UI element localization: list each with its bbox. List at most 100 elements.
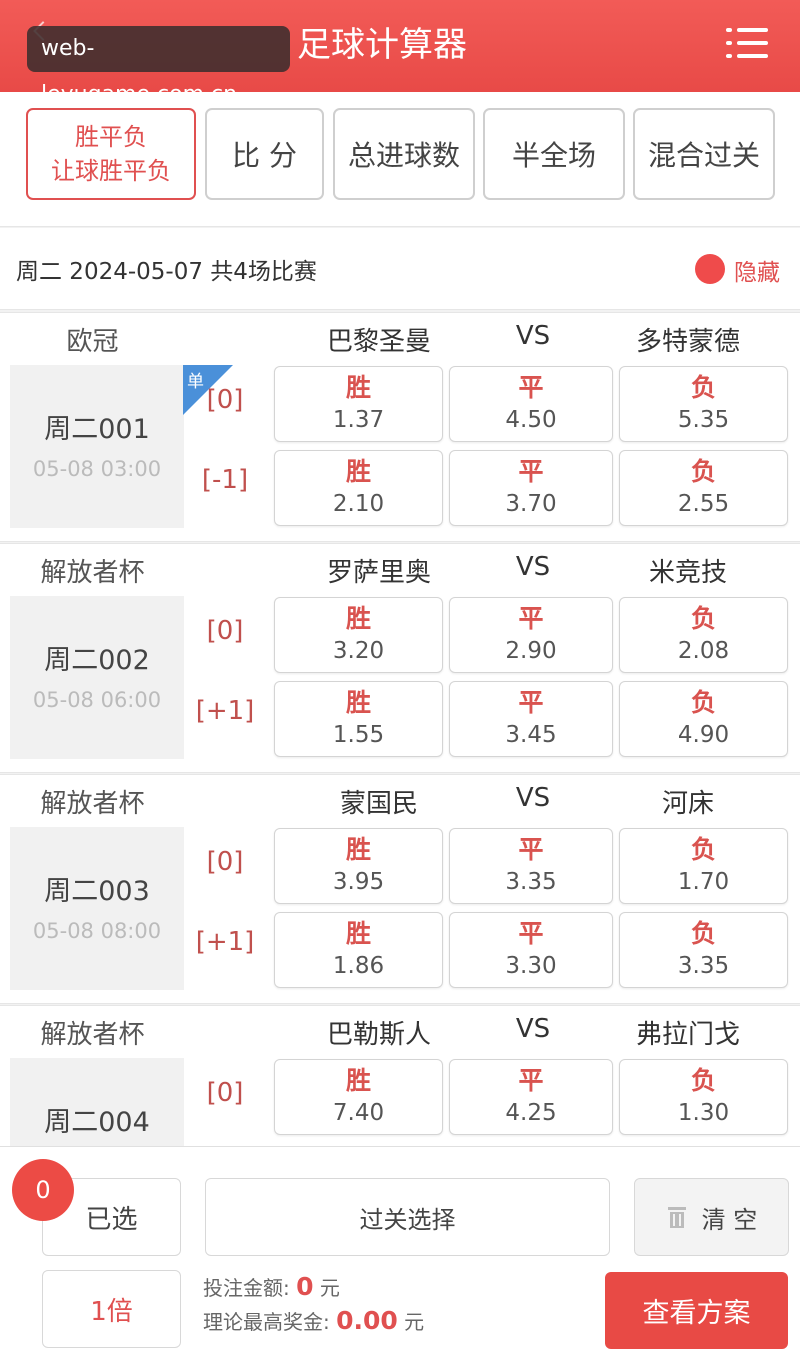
match-card: 解放者杯 巴勒斯人 VS 弗拉门戈 周二004 [0] 胜 7.40 平 4.2… xyxy=(0,1005,800,1146)
tab-mixed-parlay[interactable]: 混合过关 xyxy=(633,108,775,200)
odds-draw-button[interactable]: 平 3.45 xyxy=(449,681,613,757)
currency-unit: 元 xyxy=(319,1276,340,1300)
max-prize-label: 理论最高奖金: xyxy=(203,1310,330,1334)
menu-icon[interactable] xyxy=(726,26,768,60)
odds-value: 1.70 xyxy=(677,869,730,895)
win-label: 胜 xyxy=(345,373,371,402)
odds-value: 7.40 xyxy=(332,1100,385,1126)
odds-draw-button[interactable]: 平 3.30 xyxy=(449,912,613,988)
tab-score[interactable]: 比 分 xyxy=(205,108,324,200)
vs-label: VS xyxy=(515,321,551,351)
odds-lose-button[interactable]: 负 1.30 xyxy=(619,1059,788,1135)
league-name: 欧冠 xyxy=(66,327,119,357)
match-number: 周二002 xyxy=(44,645,150,676)
away-team: 多特蒙德 xyxy=(635,327,740,357)
bet-amount-line: 投注金额: 0 元 xyxy=(203,1272,340,1301)
handicap-label: [0] xyxy=(206,847,244,877)
odds-value: 3.35 xyxy=(505,869,557,895)
odds-win-button[interactable]: 胜 1.37 xyxy=(274,366,443,442)
bet-amount-value: 0 xyxy=(296,1272,314,1301)
away-team: 米竞技 xyxy=(648,558,727,588)
odds-win-button[interactable]: 胜 7.40 xyxy=(274,1059,443,1135)
draw-label: 平 xyxy=(518,1066,544,1095)
multiplier-button[interactable]: 1倍 xyxy=(42,1270,181,1348)
odds-draw-button[interactable]: 平 3.35 xyxy=(449,828,613,904)
odds-value: 1.55 xyxy=(332,722,385,748)
match-time: 05-08 03:00 xyxy=(32,457,162,481)
match-card: 解放者杯 罗萨里奥 VS 米竞技 周二002 05-08 06:00 [0] 胜… xyxy=(0,543,800,773)
match-number: 周二003 xyxy=(44,876,150,907)
odds-value: 2.08 xyxy=(677,638,730,664)
match-card: 欧冠 巴黎圣曼 VS 多特蒙德 周二001 05-08 03:00 单 [0] … xyxy=(0,312,800,542)
odds-value: 5.35 xyxy=(677,407,730,433)
draw-label: 平 xyxy=(518,688,544,717)
page-title: 足球计算器 xyxy=(297,25,467,65)
odds-win-button[interactable]: 胜 1.86 xyxy=(274,912,443,988)
odds-lose-button[interactable]: 负 3.35 xyxy=(619,912,788,988)
handicap-label: [+1] xyxy=(195,696,255,726)
tab-label: 混合过关 xyxy=(647,139,760,172)
home-team: 罗萨里奥 xyxy=(326,558,431,588)
odds-value: 1.86 xyxy=(332,953,385,979)
handicap-label: [+1] xyxy=(195,927,255,957)
odds-draw-button[interactable]: 平 2.90 xyxy=(449,597,613,673)
odds-lose-button[interactable]: 负 5.35 xyxy=(619,366,788,442)
odds-value: 3.20 xyxy=(332,638,385,664)
lose-label: 负 xyxy=(690,688,716,717)
odds-value: 3.35 xyxy=(677,953,730,979)
win-label: 胜 xyxy=(345,457,371,486)
handicap-label: [0] xyxy=(206,385,244,415)
lose-label: 负 xyxy=(690,457,716,486)
tab-half-full[interactable]: 半全场 xyxy=(483,108,625,200)
max-prize-line: 理论最高奖金: 0.00 元 xyxy=(203,1306,424,1335)
odds-draw-button[interactable]: 平 3.70 xyxy=(449,450,613,526)
draw-label: 平 xyxy=(518,604,544,633)
hide-toggle-dot[interactable] xyxy=(695,254,725,284)
odds-value: 2.55 xyxy=(677,491,730,517)
vs-label: VS xyxy=(515,552,551,582)
odds-lose-button[interactable]: 负 4.90 xyxy=(619,681,788,757)
lose-label: 负 xyxy=(690,1066,716,1095)
match-number: 周二004 xyxy=(44,1107,150,1138)
away-team: 弗拉门戈 xyxy=(635,1020,740,1050)
odds-win-button[interactable]: 胜 1.55 xyxy=(274,681,443,757)
view-plan-label: 查看方案 xyxy=(642,1298,751,1329)
match-id-box: 周二001 05-08 03:00 xyxy=(10,365,184,528)
win-label: 胜 xyxy=(345,835,371,864)
odds-draw-button[interactable]: 平 4.50 xyxy=(449,366,613,442)
match-time: 05-08 06:00 xyxy=(32,688,162,712)
match-id-box: 周二002 05-08 06:00 xyxy=(10,596,184,759)
odds-value: 1.37 xyxy=(332,407,385,433)
match-card: 解放者杯 蒙国民 VS 河床 周二003 05-08 08:00 [0] 胜 3… xyxy=(0,774,800,1004)
odds-win-button[interactable]: 胜 3.95 xyxy=(274,828,443,904)
clear-label: 清 空 xyxy=(701,1205,758,1234)
win-label: 胜 xyxy=(345,1066,371,1095)
tab-total-goals[interactable]: 总进球数 xyxy=(333,108,475,200)
odds-lose-button[interactable]: 负 2.55 xyxy=(619,450,788,526)
clear-button[interactable]: 清 空 xyxy=(634,1178,789,1256)
odds-value: 3.95 xyxy=(332,869,385,895)
odds-value: 4.50 xyxy=(505,407,557,433)
away-team: 河床 xyxy=(661,789,714,819)
odds-lose-button[interactable]: 负 1.70 xyxy=(619,828,788,904)
win-label: 胜 xyxy=(345,919,371,948)
odds-value: 3.70 xyxy=(505,491,557,517)
odds-value: 1.30 xyxy=(677,1100,730,1126)
odds-draw-button[interactable]: 平 4.25 xyxy=(449,1059,613,1135)
tab-win-draw-lose[interactable]: 胜平负 让球胜平负 xyxy=(26,108,196,200)
match-id-box: 周二004 xyxy=(10,1058,184,1146)
home-team: 蒙国民 xyxy=(339,789,418,819)
play-type-tabs: 胜平负 让球胜平负 比 分 总进球数 半全场 混合过关 xyxy=(0,92,800,227)
league-name: 解放者杯 xyxy=(40,558,145,588)
match-number: 周二001 xyxy=(44,414,150,445)
odds-lose-button[interactable]: 负 2.08 xyxy=(619,597,788,673)
home-team: 巴勒斯人 xyxy=(326,1020,431,1050)
odds-win-button[interactable]: 胜 3.20 xyxy=(274,597,443,673)
odds-win-button[interactable]: 胜 2.10 xyxy=(274,450,443,526)
view-plan-button[interactable]: 查看方案 xyxy=(605,1272,788,1349)
pass-select-button[interactable]: 过关选择 xyxy=(205,1178,610,1256)
odds-value: 4.90 xyxy=(677,722,730,748)
odds-value: 3.30 xyxy=(505,953,557,979)
hide-toggle-label[interactable]: 隐藏 xyxy=(734,253,780,287)
odds-value: 4.25 xyxy=(505,1100,557,1126)
